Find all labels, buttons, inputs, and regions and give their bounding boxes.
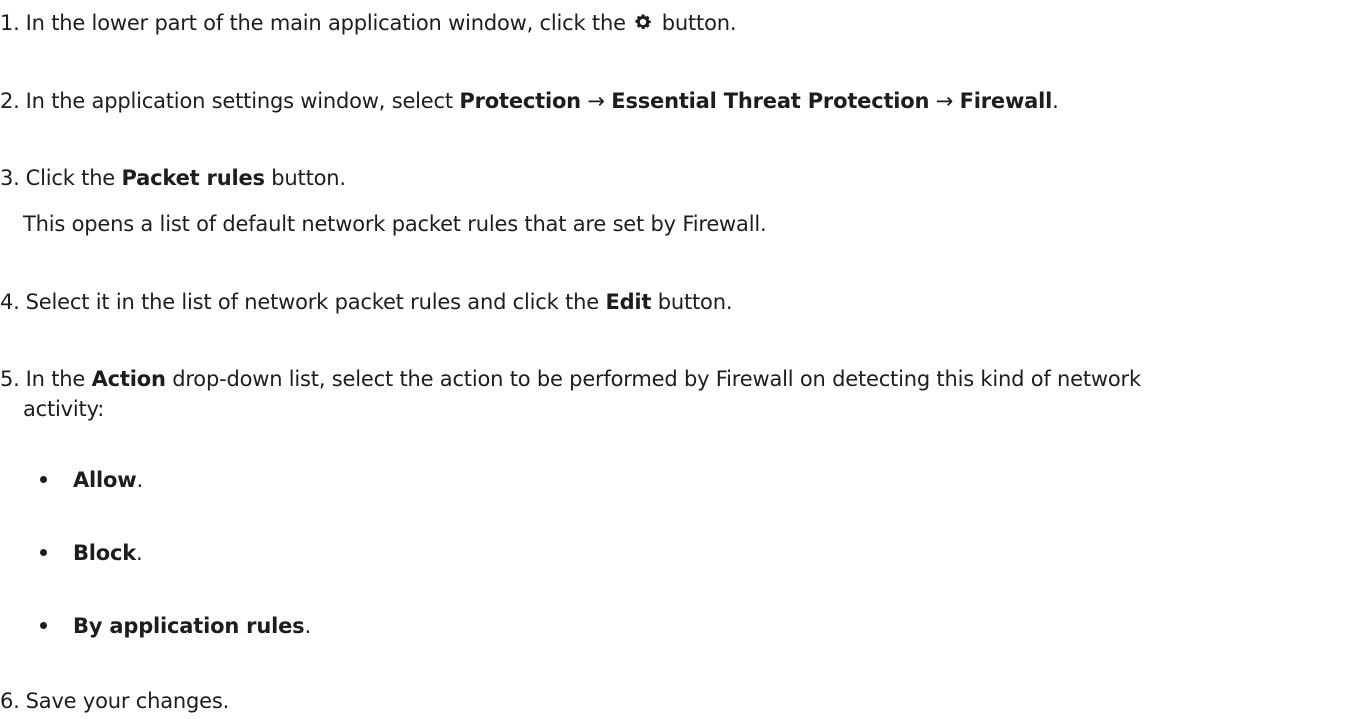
- step-text: Save your changes.: [25, 689, 230, 713]
- step-text-after: button.: [271, 166, 346, 190]
- step-number: 3.: [0, 166, 20, 190]
- ui-term-action: Action: [91, 367, 166, 391]
- option-block: Block.: [40, 540, 143, 566]
- step-3: 3. Click the Packet rules button.: [0, 165, 346, 191]
- step-5: 5. In the Action drop-down list, select t…: [0, 366, 1141, 392]
- punctuation: .: [1052, 89, 1059, 113]
- step-number: 5.: [0, 367, 20, 391]
- option-label: Allow: [73, 468, 137, 492]
- punctuation: .: [136, 468, 143, 492]
- step-number: 2.: [0, 89, 20, 113]
- step-3-note: This opens a list of default network pac…: [23, 212, 767, 236]
- ui-term-essential-threat-protection: Essential Threat Protection: [611, 89, 930, 113]
- ui-term-firewall: Firewall: [959, 89, 1053, 113]
- step-6: 6. Save your changes.: [0, 688, 229, 714]
- bullet-icon: [40, 548, 47, 556]
- ui-term-protection: Protection: [459, 89, 581, 113]
- step-text-after: button.: [657, 290, 733, 314]
- step-number: 6.: [0, 689, 20, 713]
- step-text: In the: [25, 367, 86, 391]
- step-text: Select it in the list of network packet …: [25, 290, 600, 314]
- step-2: 2. In the application settings window, se…: [0, 88, 1059, 114]
- step-text: In the application settings window, sele…: [25, 89, 453, 113]
- arrow: →: [580, 89, 612, 113]
- arrow: →: [929, 89, 960, 113]
- step-4: 4. Select it in the list of network packe…: [0, 289, 732, 315]
- option-allow: Allow.: [40, 467, 143, 493]
- step-number: 1.: [0, 11, 20, 35]
- step-1: 1. In the lower part of the main applicat…: [0, 10, 737, 36]
- step-text-after: drop-down list, select the action to be …: [172, 367, 1141, 391]
- step-number: 4.: [0, 290, 20, 314]
- ui-term-edit: Edit: [605, 290, 652, 314]
- ui-term-packet-rules: Packet rules: [121, 166, 265, 190]
- punctuation: .: [304, 614, 311, 638]
- option-label: By application rules: [73, 614, 305, 638]
- bullet-icon: [40, 475, 47, 483]
- gear-icon: [635, 14, 652, 29]
- step-text: In the lower part of the main applicatio…: [25, 11, 626, 35]
- step-5-continuation: activity:: [23, 397, 105, 421]
- option-by-application-rules: By application rules.: [40, 613, 311, 639]
- step-text-after: button.: [661, 11, 737, 35]
- punctuation: .: [136, 541, 143, 565]
- bullet-icon: [40, 621, 47, 629]
- step-text: Click the: [25, 166, 116, 190]
- option-label: Block: [73, 541, 137, 565]
